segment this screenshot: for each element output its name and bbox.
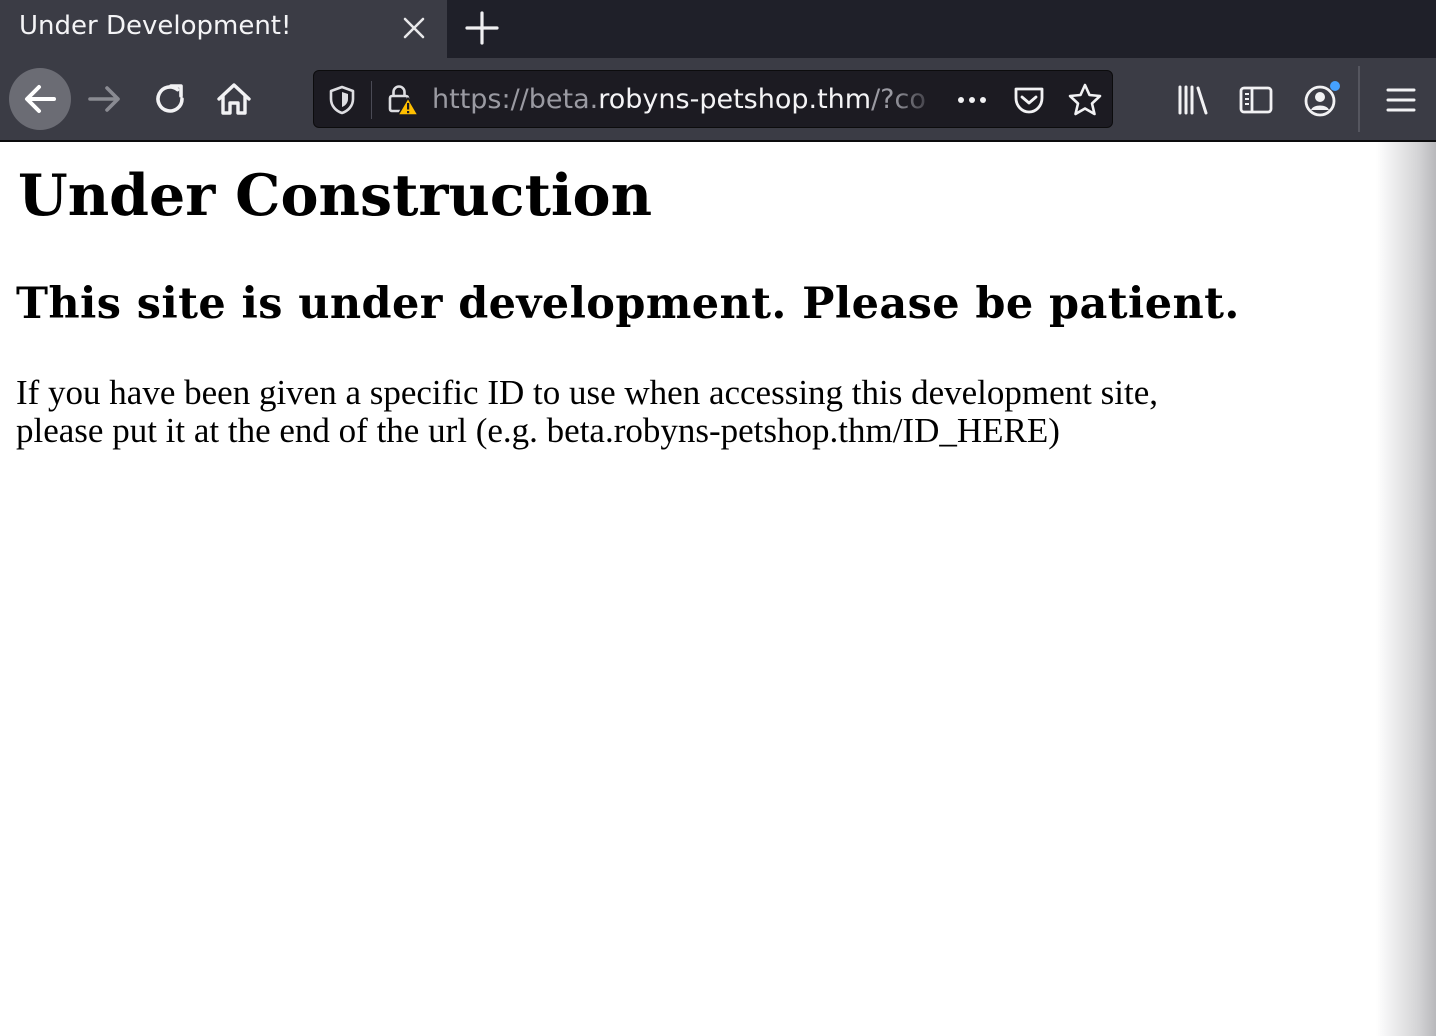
url-text[interactable]: https://beta.robyns-petshop.thm/?co xyxy=(432,82,942,118)
url-host: robyns-petshop.thm xyxy=(598,84,872,115)
url-separator xyxy=(371,81,372,119)
instructions-line-2: please put it at the end of the url (e.g… xyxy=(16,411,1060,450)
account-icon[interactable] xyxy=(1300,78,1344,122)
tab-strip: Under Development! xyxy=(0,0,1436,58)
star-icon[interactable] xyxy=(1066,81,1104,119)
browser-tab[interactable]: Under Development! xyxy=(0,0,447,58)
shield-icon[interactable] xyxy=(326,84,358,116)
forward-button[interactable] xyxy=(84,78,126,120)
page-content: Under Construction This site is under de… xyxy=(0,142,1436,1036)
url-fade xyxy=(892,82,942,118)
ellipsis-icon[interactable] xyxy=(954,84,990,116)
toolbar-divider xyxy=(1358,66,1360,132)
tab-title: Under Development! xyxy=(19,11,292,41)
close-icon[interactable] xyxy=(399,13,429,43)
nav-toolbar: https://beta.robyns-petshop.thm/?co xyxy=(0,58,1436,142)
new-tab-button[interactable] xyxy=(462,8,502,48)
hamburger-icon[interactable] xyxy=(1382,81,1420,119)
reload-icon xyxy=(156,84,184,113)
back-button[interactable] xyxy=(9,68,71,130)
reload-button[interactable] xyxy=(150,79,190,119)
scrollbar-shade xyxy=(1376,142,1436,1036)
lock-warning-icon[interactable] xyxy=(385,82,421,118)
home-icon xyxy=(217,83,251,115)
instructions-paragraph: If you have been given a specific ID to … xyxy=(16,374,1356,450)
url-scheme: https://beta. xyxy=(432,84,599,115)
pocket-icon[interactable] xyxy=(1011,82,1047,118)
sidebar-icon[interactable] xyxy=(1237,81,1275,119)
library-icon[interactable] xyxy=(1174,81,1212,119)
plus-icon xyxy=(465,11,499,45)
instructions-line-1: If you have been given a specific ID to … xyxy=(16,373,1158,412)
url-bar[interactable]: https://beta.robyns-petshop.thm/?co xyxy=(313,70,1113,128)
arrow-right-icon xyxy=(88,86,120,112)
arrow-left-icon xyxy=(25,85,56,113)
page-heading: Under Construction xyxy=(18,162,653,229)
page-subheading: This site is under development. Please b… xyxy=(16,279,1240,329)
home-button[interactable] xyxy=(213,78,255,120)
